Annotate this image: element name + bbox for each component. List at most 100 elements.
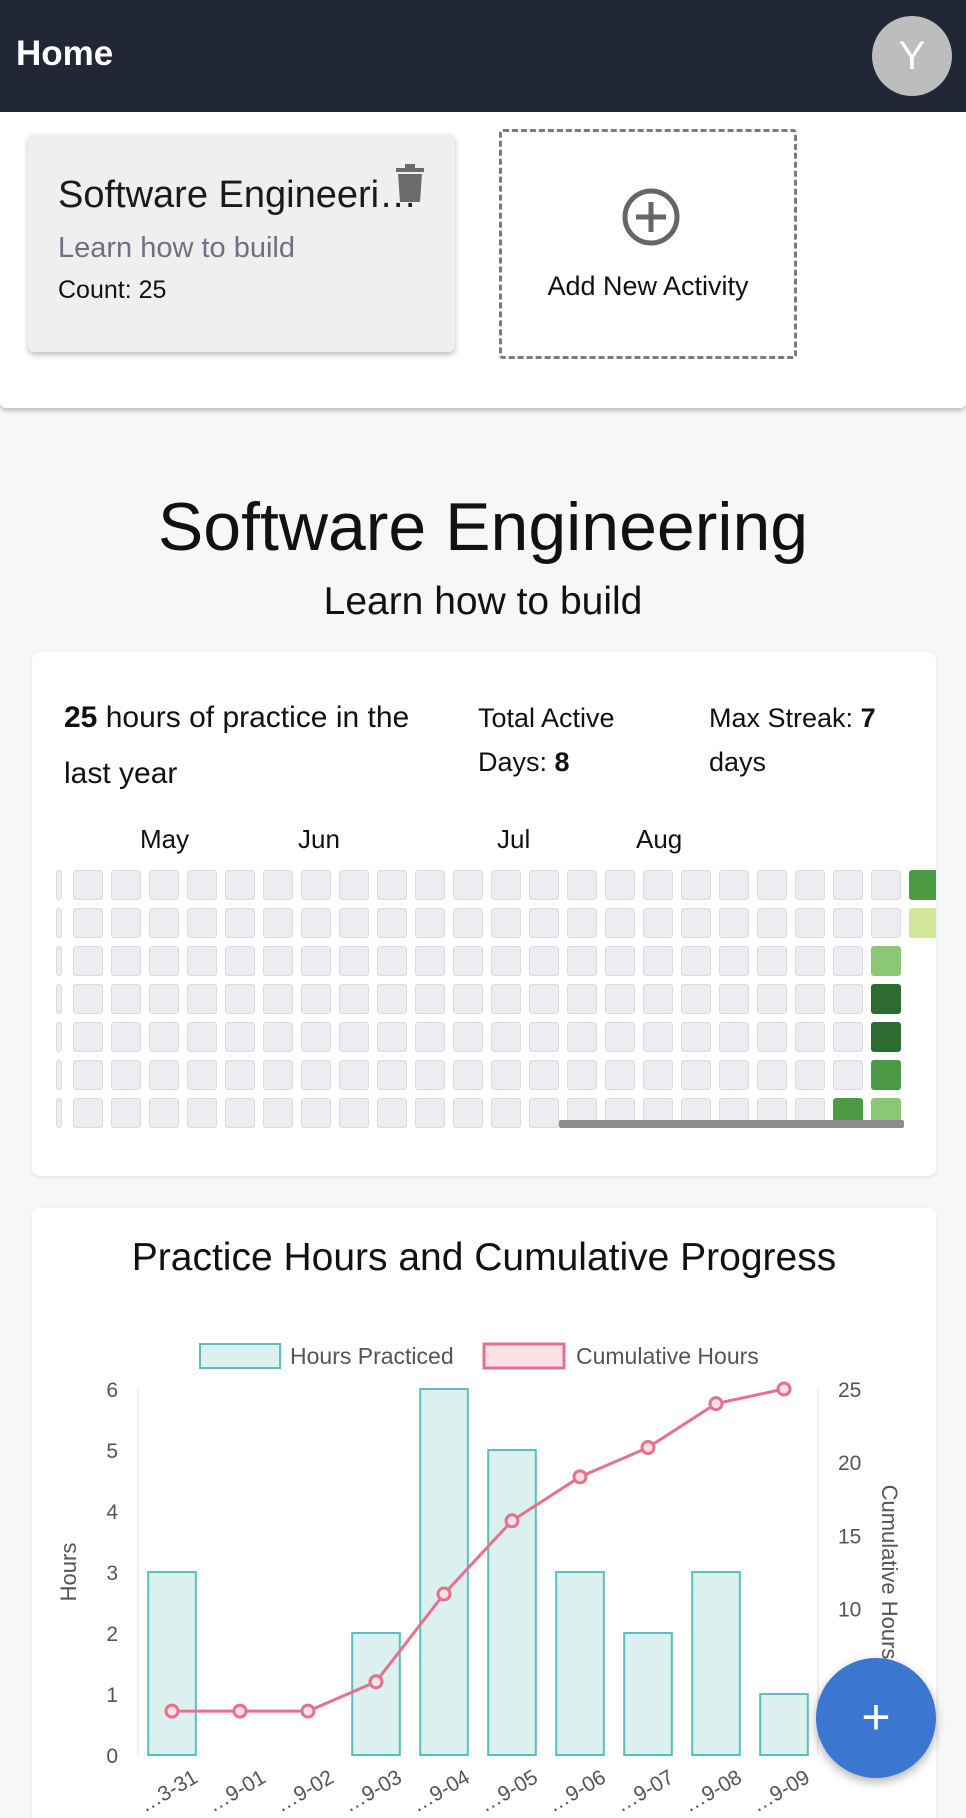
heatmap-cell[interactable]: [453, 1060, 483, 1090]
heatmap-cell[interactable]: [187, 1022, 217, 1052]
heatmap-cell[interactable]: [73, 1098, 103, 1128]
heatmap-cell[interactable]: [491, 908, 521, 938]
heatmap-cell[interactable]: [491, 1060, 521, 1090]
heatmap-cell[interactable]: [529, 870, 559, 900]
heatmap-cell[interactable]: [377, 1060, 407, 1090]
heatmap-cell[interactable]: [73, 946, 103, 976]
heatmap-cell[interactable]: [301, 984, 331, 1014]
heatmap-cell[interactable]: [871, 870, 901, 900]
heatmap-cell[interactable]: [453, 1098, 483, 1128]
heatmap-cell[interactable]: [529, 946, 559, 976]
heatmap-cell[interactable]: [377, 870, 407, 900]
heatmap-cell[interactable]: [187, 946, 217, 976]
heatmap-cell[interactable]: [453, 908, 483, 938]
heatmap-cell[interactable]: [263, 984, 293, 1014]
heatmap-cell[interactable]: [529, 984, 559, 1014]
heatmap-cell[interactable]: [263, 1060, 293, 1090]
heatmap-cell[interactable]: [491, 984, 521, 1014]
heatmap-cell[interactable]: [719, 1022, 749, 1052]
activity-card[interactable]: Software Engineering Learn how to build …: [28, 134, 455, 352]
heatmap-cell[interactable]: [681, 908, 711, 938]
heatmap-cell[interactable]: [833, 870, 863, 900]
heatmap-cell[interactable]: [833, 946, 863, 976]
heatmap-cell[interactable]: [757, 870, 787, 900]
heatmap-cell[interactable]: [643, 870, 673, 900]
heatmap-cell[interactable]: [833, 1060, 863, 1090]
heatmap-cell[interactable]: [529, 1022, 559, 1052]
heatmap-cell[interactable]: [111, 1060, 141, 1090]
heatmap-cell[interactable]: [111, 984, 141, 1014]
heatmap-cell[interactable]: [643, 908, 673, 938]
add-activity-button[interactable]: Add New Activity: [499, 129, 797, 359]
heatmap-cell[interactable]: [567, 984, 597, 1014]
heatmap-cell[interactable]: [73, 1060, 103, 1090]
heatmap-cell[interactable]: [415, 984, 445, 1014]
heatmap-cell[interactable]: [225, 1022, 255, 1052]
heatmap-cell[interactable]: [491, 946, 521, 976]
heatmap-cell[interactable]: [377, 1022, 407, 1052]
heatmap-cell[interactable]: [111, 1022, 141, 1052]
heatmap-cell[interactable]: [795, 1022, 825, 1052]
heatmap-cell[interactable]: [529, 908, 559, 938]
heatmap-cell[interactable]: [263, 870, 293, 900]
heatmap-cell[interactable]: [681, 1060, 711, 1090]
heatmap-cell[interactable]: [225, 908, 255, 938]
heatmap-cell[interactable]: [111, 1098, 141, 1128]
heatmap-cell[interactable]: [377, 946, 407, 976]
heatmap-cell[interactable]: [567, 1060, 597, 1090]
heatmap-cell[interactable]: [339, 1060, 369, 1090]
heatmap-cell[interactable]: [415, 946, 445, 976]
heatmap-cell[interactable]: [263, 1098, 293, 1128]
heatmap-cell[interactable]: [301, 946, 331, 976]
heatmap-cell[interactable]: [719, 908, 749, 938]
heatmap-cell[interactable]: [643, 984, 673, 1014]
heatmap-cell[interactable]: [453, 870, 483, 900]
heatmap-cell[interactable]: [795, 1060, 825, 1090]
heatmap-cell[interactable]: [643, 1060, 673, 1090]
user-avatar[interactable]: Y: [872, 16, 952, 96]
heatmap-cell[interactable]: [415, 1022, 445, 1052]
heatmap-cell[interactable]: [909, 870, 936, 900]
heatmap-cell[interactable]: [415, 908, 445, 938]
heatmap-cell[interactable]: [871, 984, 901, 1014]
heatmap-cell[interactable]: [377, 1098, 407, 1128]
heatmap-cell[interactable]: [263, 908, 293, 938]
heatmap-cell[interactable]: [187, 984, 217, 1014]
heatmap-cell[interactable]: [149, 1060, 179, 1090]
heatmap-cell[interactable]: [605, 946, 635, 976]
heatmap-cell[interactable]: [795, 870, 825, 900]
heatmap-cell[interactable]: [529, 1060, 559, 1090]
heatmap-cell[interactable]: [225, 946, 255, 976]
heatmap-cell[interactable]: [73, 870, 103, 900]
heatmap-cell[interactable]: [567, 1022, 597, 1052]
heatmap-cell[interactable]: [339, 1098, 369, 1128]
heatmap-cell[interactable]: [187, 1098, 217, 1128]
heatmap-cell[interactable]: [453, 984, 483, 1014]
heatmap-cell[interactable]: [301, 908, 331, 938]
heatmap-cell[interactable]: [643, 946, 673, 976]
heatmap-cell[interactable]: [225, 1060, 255, 1090]
heatmap-cell[interactable]: [187, 870, 217, 900]
heatmap-cell[interactable]: [301, 870, 331, 900]
heatmap-cell[interactable]: [795, 908, 825, 938]
heatmap-cell[interactable]: [605, 1022, 635, 1052]
heatmap-cell[interactable]: [339, 984, 369, 1014]
heatmap-cell[interactable]: [415, 870, 445, 900]
heatmap-cell[interactable]: [491, 870, 521, 900]
heatmap-cell[interactable]: [719, 870, 749, 900]
heatmap-cell[interactable]: [757, 984, 787, 1014]
heatmap-cell[interactable]: [225, 984, 255, 1014]
heatmap-cell[interactable]: [377, 984, 407, 1014]
heatmap-cell[interactable]: [757, 1022, 787, 1052]
heatmap-cell[interactable]: [795, 984, 825, 1014]
heatmap-cell[interactable]: [909, 908, 936, 938]
heatmap-cell[interactable]: [833, 908, 863, 938]
heatmap-cell[interactable]: [73, 1022, 103, 1052]
heatmap-cell[interactable]: [681, 870, 711, 900]
heatmap-scrollbar[interactable]: [559, 1120, 904, 1128]
heatmap-cell[interactable]: [757, 946, 787, 976]
heatmap-cell[interactable]: [149, 946, 179, 976]
heatmap-cell[interactable]: [833, 984, 863, 1014]
heatmap-cell[interactable]: [605, 1060, 635, 1090]
heatmap-cell[interactable]: [187, 908, 217, 938]
